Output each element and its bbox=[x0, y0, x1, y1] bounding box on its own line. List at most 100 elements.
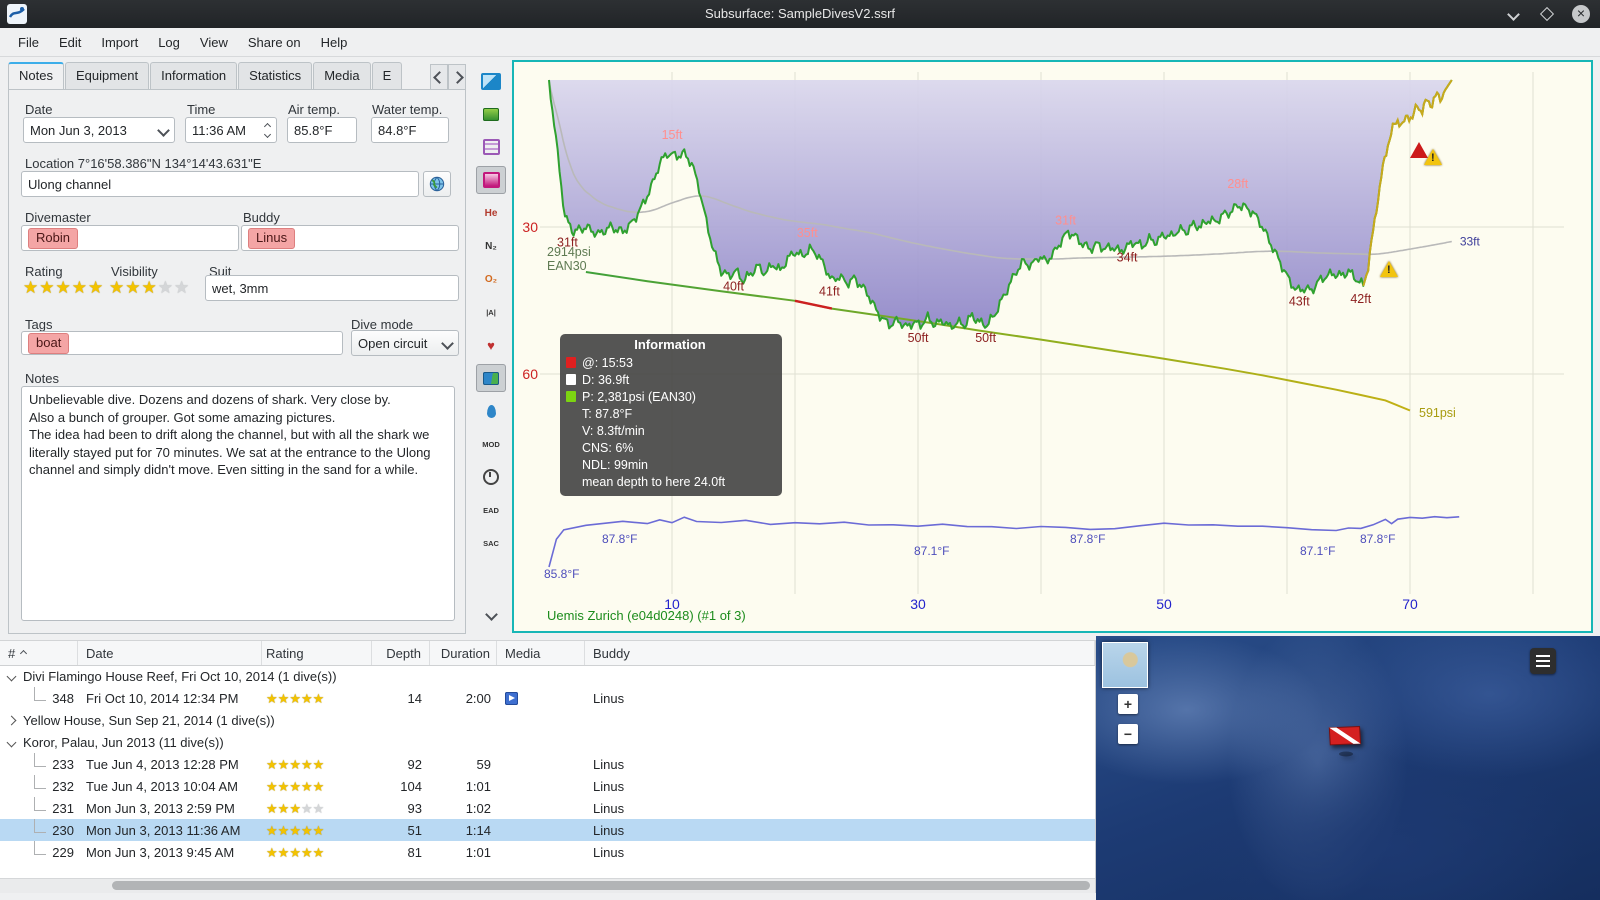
tab-e[interactable]: E bbox=[371, 62, 403, 89]
menu-item-edit[interactable]: Edit bbox=[49, 31, 91, 54]
column-header-date[interactable]: Date bbox=[78, 641, 262, 665]
menu-item-import[interactable]: Import bbox=[91, 31, 148, 54]
info-box-line: V: 8.3ft/min bbox=[564, 422, 776, 439]
menu-item-view[interactable]: View bbox=[190, 31, 238, 54]
nitrogen-button[interactable]: N₂ bbox=[476, 232, 506, 260]
close-button[interactable] bbox=[1572, 5, 1590, 23]
tab-media[interactable]: Media bbox=[313, 62, 371, 89]
dive-row[interactable]: 231 Mon Jun 3, 2013 2:59 PM ★ ★ ★ ★ ★ 93 1:02 Lin… bbox=[0, 796, 1095, 819]
tags-field[interactable]: boat bbox=[21, 331, 343, 355]
scrollbar-thumb[interactable] bbox=[112, 881, 1090, 890]
map-zoom-out-button[interactable]: − bbox=[1118, 724, 1138, 744]
menu-item-help[interactable]: Help bbox=[311, 31, 358, 54]
pictures-button[interactable] bbox=[476, 100, 506, 128]
map-panel[interactable]: + − bbox=[1096, 636, 1600, 900]
collapse-toolbar-button[interactable] bbox=[476, 600, 506, 628]
tab-scroll-left-button[interactable] bbox=[430, 64, 448, 90]
expand-caret-icon[interactable] bbox=[6, 715, 17, 725]
spin-up-icon[interactable] bbox=[263, 122, 272, 130]
gas-pen-button[interactable] bbox=[476, 397, 506, 425]
calc-ceiling-button[interactable] bbox=[476, 166, 506, 194]
ead-button[interactable]: EAD bbox=[476, 496, 506, 524]
column-header-rating[interactable]: Rating bbox=[262, 641, 372, 665]
menu-item-share-on[interactable]: Share on bbox=[238, 31, 311, 54]
minimize-button[interactable] bbox=[1504, 5, 1522, 23]
date-combobox[interactable]: Mon Jun 3, 2013 bbox=[23, 117, 175, 143]
tab-scroll-right-button[interactable] bbox=[448, 64, 466, 90]
dive-row[interactable]: 229 Mon Jun 3, 2013 9:45 AM ★ ★ ★ ★ ★ 81 1:01 Lin… bbox=[0, 840, 1095, 863]
rating-stars[interactable]: ★ ★ ★ ★ ★ bbox=[23, 279, 103, 296]
notes-textarea[interactable]: Unbelievable dive. Dozens and dozens of … bbox=[21, 386, 455, 621]
location-label: Location 7°16'58.386"N 134°14'43.631"E bbox=[25, 156, 262, 171]
menu-item-file[interactable]: File bbox=[8, 31, 49, 54]
warning-marker-icon[interactable] bbox=[1424, 149, 1442, 165]
maximize-button[interactable] bbox=[1538, 5, 1556, 23]
dive-row[interactable]: 232 Tue Jun 4, 2013 10:04 AM ★ ★ ★ ★ ★ 104 1:01 L… bbox=[0, 774, 1095, 797]
map-lookup-button[interactable] bbox=[423, 171, 451, 197]
location-field[interactable] bbox=[21, 171, 419, 197]
dive-profile-panel: 30 60 10 30 50 70 15ft 31ft 40ft 35ft 41ft 50ft 50ft… bbox=[512, 60, 1593, 633]
dive-trip-row[interactable]: Koror, Palau, Jun 2013 (11 dive(s)) bbox=[0, 731, 1095, 753]
dive-computer-button[interactable] bbox=[476, 67, 506, 95]
calc-ceiling-icon bbox=[482, 172, 500, 188]
photos-button[interactable] bbox=[476, 364, 506, 392]
ndl-icon bbox=[483, 469, 499, 485]
dive-trip-row[interactable]: Divi Flamingo House Reef, Fri Oct 10, 20… bbox=[0, 665, 1095, 687]
column-header-depth[interactable]: Depth bbox=[372, 641, 430, 665]
air-temp-field[interactable] bbox=[287, 117, 357, 143]
collapse-caret-icon[interactable] bbox=[6, 671, 17, 681]
tag-chip[interactable]: boat bbox=[28, 332, 70, 354]
spin-down-icon[interactable] bbox=[263, 130, 272, 138]
dive-date: Mon Jun 3, 2013 9:45 AM bbox=[86, 844, 235, 860]
time-spinbox[interactable]: 11:36 AM bbox=[185, 117, 277, 143]
star-icon: ★ bbox=[289, 844, 301, 860]
dive-mode-combobox[interactable]: Open circuit bbox=[351, 330, 459, 356]
column-header-media[interactable]: Media bbox=[497, 641, 585, 665]
water-temp-field[interactable] bbox=[371, 117, 449, 143]
map-overview-thumbnail[interactable] bbox=[1102, 642, 1148, 688]
map-zoom-in-button[interactable]: + bbox=[1118, 694, 1138, 714]
buddy-field[interactable]: Linus bbox=[241, 225, 459, 251]
dive-row[interactable]: 233 Tue Jun 4, 2013 12:28 PM ★ ★ ★ ★ ★ 92 59 Linu… bbox=[0, 752, 1095, 775]
mod-icon: MOD bbox=[482, 439, 500, 449]
sac-button[interactable]: SAC bbox=[476, 529, 506, 557]
column-header-duration[interactable]: Duration bbox=[430, 641, 497, 665]
dive-row[interactable]: 348 Fri Oct 10, 2014 12:34 PM ★ ★ ★ ★ ★ 14 2:00 L… bbox=[0, 686, 1095, 709]
visibility-stars[interactable]: ★ ★ ★ ★ ★ bbox=[109, 279, 189, 296]
info-box-text: NDL: 99min bbox=[582, 457, 648, 472]
horizontal-scrollbar[interactable] bbox=[0, 878, 1095, 893]
tissues-button[interactable]: |A| bbox=[476, 298, 506, 326]
mod-button[interactable]: MOD bbox=[476, 430, 506, 458]
dive-row[interactable]: 230 Mon Jun 3, 2013 11:36 AM ★ ★ ★ ★ ★ 51 1:14 Li… bbox=[0, 818, 1095, 841]
info-box-line: NDL: 99min bbox=[564, 456, 776, 473]
oxygen-button[interactable]: O₂ bbox=[476, 265, 506, 293]
tab-notes[interactable]: Notes bbox=[8, 62, 64, 89]
column-header-number[interactable]: # bbox=[0, 641, 78, 665]
map-menu-button[interactable] bbox=[1530, 648, 1556, 674]
heart-rate-button[interactable]: ♥ bbox=[476, 331, 506, 359]
warning-marker-icon[interactable] bbox=[1380, 261, 1398, 277]
tree-branch bbox=[34, 840, 47, 855]
dive-trip-row[interactable]: Yellow House, Sun Sep 21, 2014 (1 dive(s… bbox=[0, 709, 1095, 731]
ceiling-icon bbox=[482, 139, 500, 155]
divemaster-field[interactable]: Robin bbox=[21, 225, 239, 251]
tree-branch bbox=[34, 818, 47, 833]
media-icon[interactable] bbox=[505, 691, 518, 705]
menu-item-log[interactable]: Log bbox=[148, 31, 190, 54]
column-header-buddy[interactable]: Buddy bbox=[585, 641, 1095, 665]
buddy-chip[interactable]: Linus bbox=[248, 227, 296, 249]
dive-list-panel: # Date Rating Depth Duration Media Buddy… bbox=[0, 640, 1096, 893]
ceiling-button[interactable] bbox=[476, 133, 506, 161]
helium-button[interactable]: He bbox=[476, 199, 506, 227]
collapse-caret-icon[interactable] bbox=[6, 737, 17, 747]
divemaster-chip[interactable]: Robin bbox=[28, 227, 78, 249]
star-icon: ★ bbox=[71, 278, 87, 297]
suit-field[interactable] bbox=[205, 275, 459, 301]
tab-equipment[interactable]: Equipment bbox=[64, 62, 150, 89]
tab-statistics[interactable]: Statistics bbox=[238, 62, 313, 89]
ndl-button[interactable] bbox=[476, 463, 506, 491]
tags-label: Tags bbox=[25, 317, 53, 332]
tab-information[interactable]: Information bbox=[150, 62, 238, 89]
dive-site-marker[interactable] bbox=[1324, 718, 1368, 758]
dive-buddy: Linus bbox=[593, 756, 625, 772]
